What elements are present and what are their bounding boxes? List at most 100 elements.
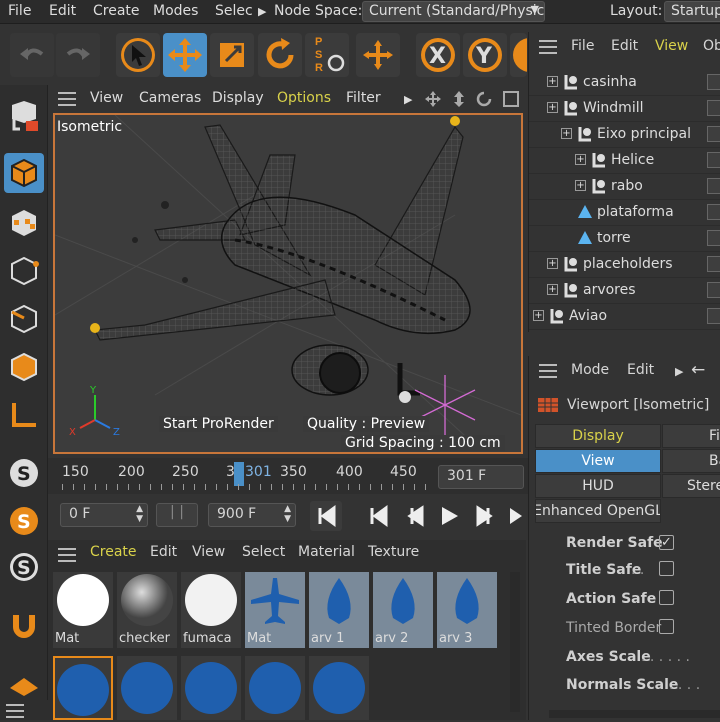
material-swatch[interactable]: checker xyxy=(117,572,177,648)
mat-menu-create[interactable]: Create xyxy=(90,544,137,560)
tab-filter[interactable]: Fi xyxy=(662,424,720,448)
workplane-button[interactable] xyxy=(4,660,44,700)
y-axis-lock-button[interactable]: Y xyxy=(463,33,507,77)
visibility-toggle[interactable] xyxy=(707,282,720,298)
material-swatch[interactable] xyxy=(181,656,241,720)
om-menu-file[interactable]: File xyxy=(571,38,594,54)
menu-edit[interactable]: Edit xyxy=(49,3,76,19)
visibility-toggle[interactable] xyxy=(707,256,720,272)
mat-menu-view[interactable]: View xyxy=(192,544,225,560)
playhead[interactable] xyxy=(234,462,244,486)
menu-modes[interactable]: Modes xyxy=(153,3,198,19)
previous-frame-icon[interactable] xyxy=(407,505,424,527)
viewport-menu-display[interactable]: Display xyxy=(212,90,264,106)
magnet-button[interactable] xyxy=(4,605,44,645)
orbit-icon[interactable] xyxy=(476,91,492,107)
object-row[interactable]: + placeholders xyxy=(529,252,720,278)
undo-button[interactable] xyxy=(10,33,54,77)
attribute-scrollbar[interactable] xyxy=(549,710,720,718)
am-menu-edit[interactable]: Edit xyxy=(627,362,654,378)
expand-toggle-icon[interactable]: + xyxy=(575,180,586,191)
viewport-menu-options[interactable]: Options xyxy=(277,90,331,106)
tinted-border-checkbox[interactable] xyxy=(659,619,674,634)
expand-toggle-icon[interactable]: + xyxy=(547,284,558,295)
visibility-toggle[interactable] xyxy=(707,308,720,324)
expand-toggle-icon[interactable]: + xyxy=(547,76,558,87)
material-swatch[interactable]: Mat xyxy=(53,572,113,648)
object-row[interactable]: + rabo xyxy=(529,174,720,200)
viewport-menu-cameras[interactable]: Cameras xyxy=(139,90,201,106)
mat-menu-material[interactable]: Material xyxy=(298,544,355,560)
back-arrow-icon[interactable]: ← xyxy=(691,360,705,380)
om-menu-edit[interactable]: Edit xyxy=(611,38,638,54)
previous-key-icon[interactable] xyxy=(370,505,388,527)
tab-view[interactable]: View xyxy=(535,449,661,473)
visibility-toggle[interactable] xyxy=(707,230,720,246)
mat-menu-texture[interactable]: Texture xyxy=(368,544,419,560)
hamburger-icon[interactable] xyxy=(6,704,24,718)
hamburger-icon[interactable] xyxy=(539,364,557,378)
stepper-icon[interactable]: ▲ ▼ xyxy=(136,504,143,524)
pan-icon[interactable] xyxy=(425,91,441,107)
maximize-icon[interactable] xyxy=(503,91,519,107)
live-selection-button[interactable] xyxy=(116,33,160,77)
hamburger-icon[interactable] xyxy=(58,548,76,562)
render-safe-checkbox[interactable]: ✓ xyxy=(659,535,674,550)
expand-toggle-icon[interactable]: + xyxy=(561,128,572,139)
viewport-menu-filter[interactable]: Filter xyxy=(346,90,381,106)
object-row[interactable]: plataforma xyxy=(529,200,720,226)
hamburger-icon[interactable] xyxy=(58,92,76,106)
current-frame-field[interactable]: 301 F xyxy=(438,465,524,489)
visibility-toggle[interactable] xyxy=(707,100,720,116)
psr-button[interactable]: P S R xyxy=(305,33,349,77)
expand-toggle-icon[interactable]: + xyxy=(547,102,558,113)
tab-display[interactable]: Display xyxy=(535,424,661,448)
expand-toggle-icon[interactable]: + xyxy=(547,258,558,269)
edges-mode-button[interactable] xyxy=(4,299,44,339)
next-frame-icon[interactable] xyxy=(476,505,493,527)
object-row[interactable]: + Windmill xyxy=(529,96,720,122)
material-swatch[interactable]: arv 2 xyxy=(373,572,433,648)
title-safe-checkbox[interactable] xyxy=(659,561,674,576)
om-menu-view[interactable]: View xyxy=(655,38,688,54)
make-editable-button[interactable] xyxy=(4,95,44,135)
redo-button[interactable] xyxy=(56,33,100,77)
tab-stereo[interactable]: Stereo xyxy=(662,474,720,498)
scale-button[interactable] xyxy=(210,33,254,77)
tab-hud[interactable]: HUD xyxy=(535,474,661,498)
material-swatch[interactable]: arv 3 xyxy=(437,572,497,648)
object-row[interactable]: torre xyxy=(529,226,720,252)
action-safe-checkbox[interactable] xyxy=(659,590,674,605)
material-swatch[interactable]: fumaca xyxy=(181,572,241,648)
end-frame-field[interactable]: 900 F ▲ ▼ xyxy=(208,503,296,527)
visibility-toggle[interactable] xyxy=(707,178,720,194)
visibility-toggle[interactable] xyxy=(707,204,720,220)
x-axis-lock-button[interactable]: X xyxy=(416,33,460,77)
object-row[interactable]: + Helice xyxy=(529,148,720,174)
start-prorender-button[interactable]: Start ProRender xyxy=(159,416,278,432)
rotate-button[interactable] xyxy=(258,33,302,77)
visibility-toggle[interactable] xyxy=(707,74,720,90)
object-row[interactable]: + arvores xyxy=(529,278,720,304)
om-menu-object[interactable]: Ob xyxy=(703,38,720,54)
polygons-mode-button[interactable] xyxy=(4,347,44,387)
start-frame-field[interactable]: 0 F ▲ ▼ xyxy=(60,503,148,527)
menu-file[interactable]: File xyxy=(8,3,31,19)
snap-settings-button[interactable]: S xyxy=(4,501,44,541)
material-swatch[interactable]: Mat xyxy=(245,572,305,648)
mat-menu-edit[interactable]: Edit xyxy=(150,544,177,560)
zoom-icon[interactable] xyxy=(454,91,464,107)
material-scrollbar[interactable] xyxy=(510,572,520,712)
node-space-dropdown[interactable]: Current (Standard/Physical) ▼ xyxy=(362,1,545,22)
axis-mode-button[interactable] xyxy=(4,395,44,435)
material-swatch-selected[interactable] xyxy=(53,656,113,720)
timeline-ruler[interactable]: 150 200 250 3 301 350 400 450 301 F xyxy=(48,458,528,494)
material-swatch[interactable] xyxy=(309,656,369,720)
snap-button[interactable]: S xyxy=(4,453,44,493)
am-menu-mode[interactable]: Mode xyxy=(571,362,609,378)
world-axis-button[interactable] xyxy=(356,33,400,77)
material-swatch[interactable]: arv 1 xyxy=(309,572,369,648)
object-row[interactable]: + Aviao xyxy=(529,304,720,330)
3d-viewport[interactable]: Y X Z Isometric Start ProRender Quality … xyxy=(53,113,523,454)
menu-create[interactable]: Create xyxy=(93,3,140,19)
